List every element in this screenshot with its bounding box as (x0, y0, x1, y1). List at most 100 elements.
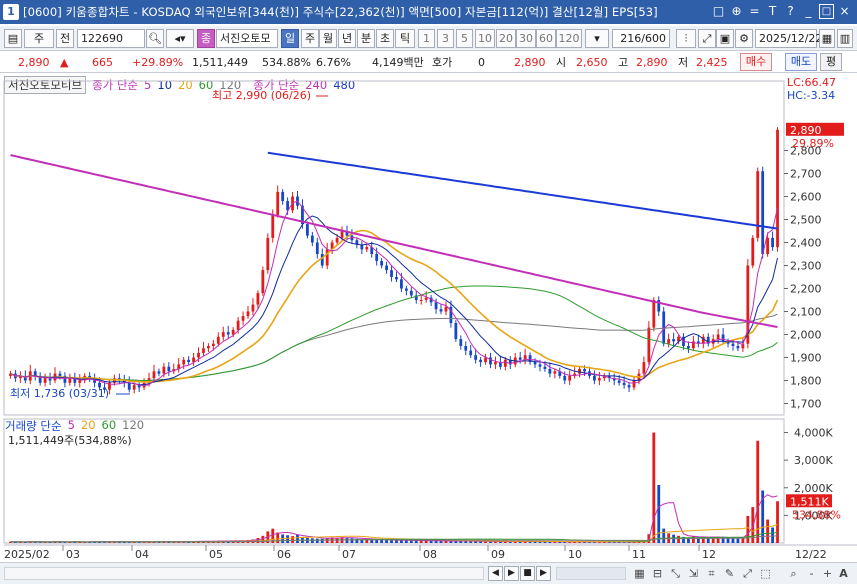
zoom-track[interactable] (556, 567, 626, 580)
volume-bar (434, 541, 438, 543)
candle-body (226, 332, 230, 335)
text-icon[interactable]: T (764, 3, 781, 20)
ma10-line (10, 215, 778, 386)
open-label: 시 (556, 56, 567, 69)
stock-code-input[interactable]: 122690 (77, 29, 145, 48)
volume-bar (736, 538, 740, 543)
volume-bar (776, 501, 779, 543)
candle-body (424, 297, 428, 300)
period-tick[interactable]: 틱 (395, 29, 415, 48)
period-day[interactable]: 일 (281, 29, 299, 48)
candle-body (404, 288, 408, 291)
tool-icon-8[interactable]: ⬚ (758, 566, 773, 581)
candle-body (647, 327, 651, 363)
volume-ratio: 534.88% (262, 56, 311, 69)
last-price-label: 2,890 (790, 124, 822, 137)
interval-3[interactable]: 3 (437, 29, 454, 48)
chart-type-icon[interactable]: ⫶ (676, 29, 696, 48)
candle-body (548, 369, 552, 374)
chart-scrollbar[interactable]: ◀ ▶ ■ ▶ ▦ ⊟ ⤡ ⇲ ⌗ ✎ ⤢ ⬚ ⌕ - + A (0, 562, 857, 584)
interval-30[interactable]: 30 (516, 29, 536, 48)
tool-icon-4[interactable]: ⇲ (686, 566, 701, 581)
prev-button[interactable]: 전 (56, 29, 74, 48)
interval-20[interactable]: 20 (496, 29, 516, 48)
candle-body (533, 362, 537, 365)
period-second[interactable]: 초 (376, 29, 394, 48)
hoga-price: 2,890 (514, 56, 546, 69)
x-tick-label: 10 (568, 548, 582, 561)
minimize-icon[interactable]: _ (800, 3, 817, 20)
period-week[interactable]: 주 (301, 29, 319, 48)
volume-bar (385, 540, 388, 543)
zoom-in-button[interactable]: + (820, 566, 835, 581)
interval-5[interactable]: 5 (456, 29, 473, 48)
sell-button[interactable]: 매도 (785, 53, 817, 71)
compare-icon[interactable]: ⤢ (698, 29, 716, 48)
scroll-stop-button[interactable]: ■ (520, 566, 535, 581)
candle-body (325, 249, 329, 266)
volume-bar (771, 527, 774, 543)
tool-icon-6[interactable]: ✎ (722, 566, 737, 581)
price-volume-chart[interactable]: 1,700 1,800 1,900 2,000 2,100 2,200 2,300 2,400… (0, 75, 857, 562)
search-icon-zoom[interactable]: ⌕ (786, 566, 801, 581)
link-icon[interactable]: □ (710, 3, 727, 20)
chart-menu-icon[interactable]: ▤ (4, 29, 22, 48)
gear-icon[interactable]: ⚙ (735, 29, 753, 48)
interval-1[interactable]: 1 (418, 29, 435, 48)
candle-body (593, 375, 596, 381)
avg-button[interactable]: 평 (820, 53, 842, 71)
interval-dropdown[interactable]: ▾ (585, 29, 609, 48)
candle-body (43, 378, 47, 383)
period-year[interactable]: 년 (338, 29, 356, 48)
interval-60[interactable]: 60 (536, 29, 556, 48)
candle-body (187, 359, 191, 363)
ma240-line (10, 154, 778, 328)
scroll-left-button[interactable]: ◀ (488, 566, 503, 581)
tool-icon-3[interactable]: ⤡ (668, 566, 683, 581)
period-month[interactable]: 월 (319, 29, 337, 48)
candle-body (261, 270, 265, 294)
candle-body (365, 247, 369, 250)
candle-body (216, 336, 220, 344)
candle-body (563, 375, 567, 381)
interval-10[interactable]: 10 (475, 29, 495, 48)
ma5-line (10, 200, 778, 387)
speaker-icon[interactable]: ◂▾ (166, 29, 194, 48)
price-tick-label: 2,500 (790, 214, 822, 227)
auto-scale-button[interactable]: A (836, 566, 851, 581)
candle-body (221, 332, 225, 337)
close-icon[interactable]: × (836, 3, 853, 20)
scroll-right-button[interactable]: ▶ (504, 566, 519, 581)
scroll-track[interactable] (4, 567, 484, 580)
volume-tick-label: 2,000K (794, 482, 833, 495)
help-icon[interactable]: ? (782, 3, 799, 20)
period-minute[interactable]: 분 (357, 29, 375, 48)
search-icon[interactable]: 🔍︎ (146, 29, 164, 48)
scroll-play-button[interactable]: ▶ (536, 566, 551, 581)
tool-icon-2[interactable]: ⊟ (650, 566, 665, 581)
tool-icon-5[interactable]: ⌗ (704, 566, 719, 581)
x-tick-label: 06 (277, 548, 291, 561)
candle-body (78, 380, 82, 383)
mode-select[interactable]: 주 (24, 29, 54, 48)
x-tick-label: 05 (209, 548, 223, 561)
candle-body (202, 348, 205, 353)
buy-button[interactable]: 매수 (740, 53, 772, 71)
layout-icon[interactable]: ▥ (837, 29, 853, 48)
save-icon[interactable]: ▣ (716, 29, 734, 48)
maximize-icon[interactable]: □ (819, 4, 834, 19)
volume-bar (390, 540, 393, 543)
tool-icon-7[interactable]: ⤢ (740, 566, 755, 581)
zoom-out-button[interactable]: - (804, 566, 819, 581)
crosshair-icon[interactable]: ⊕ (728, 3, 745, 20)
calendar-icon[interactable]: ▦ (819, 29, 835, 48)
x-tick-label: 11 (632, 548, 646, 561)
interval-120[interactable]: 120 (556, 29, 582, 48)
menu-icon[interactable]: = (746, 3, 763, 20)
tool-icon-1[interactable]: ▦ (632, 566, 647, 581)
group-badge[interactable]: 종 (197, 29, 215, 48)
count-input[interactable]: 216/600 (612, 29, 670, 48)
candle-body (776, 129, 779, 248)
volume-bar (380, 539, 384, 543)
date-input[interactable]: 2025/12/22 (755, 29, 822, 48)
